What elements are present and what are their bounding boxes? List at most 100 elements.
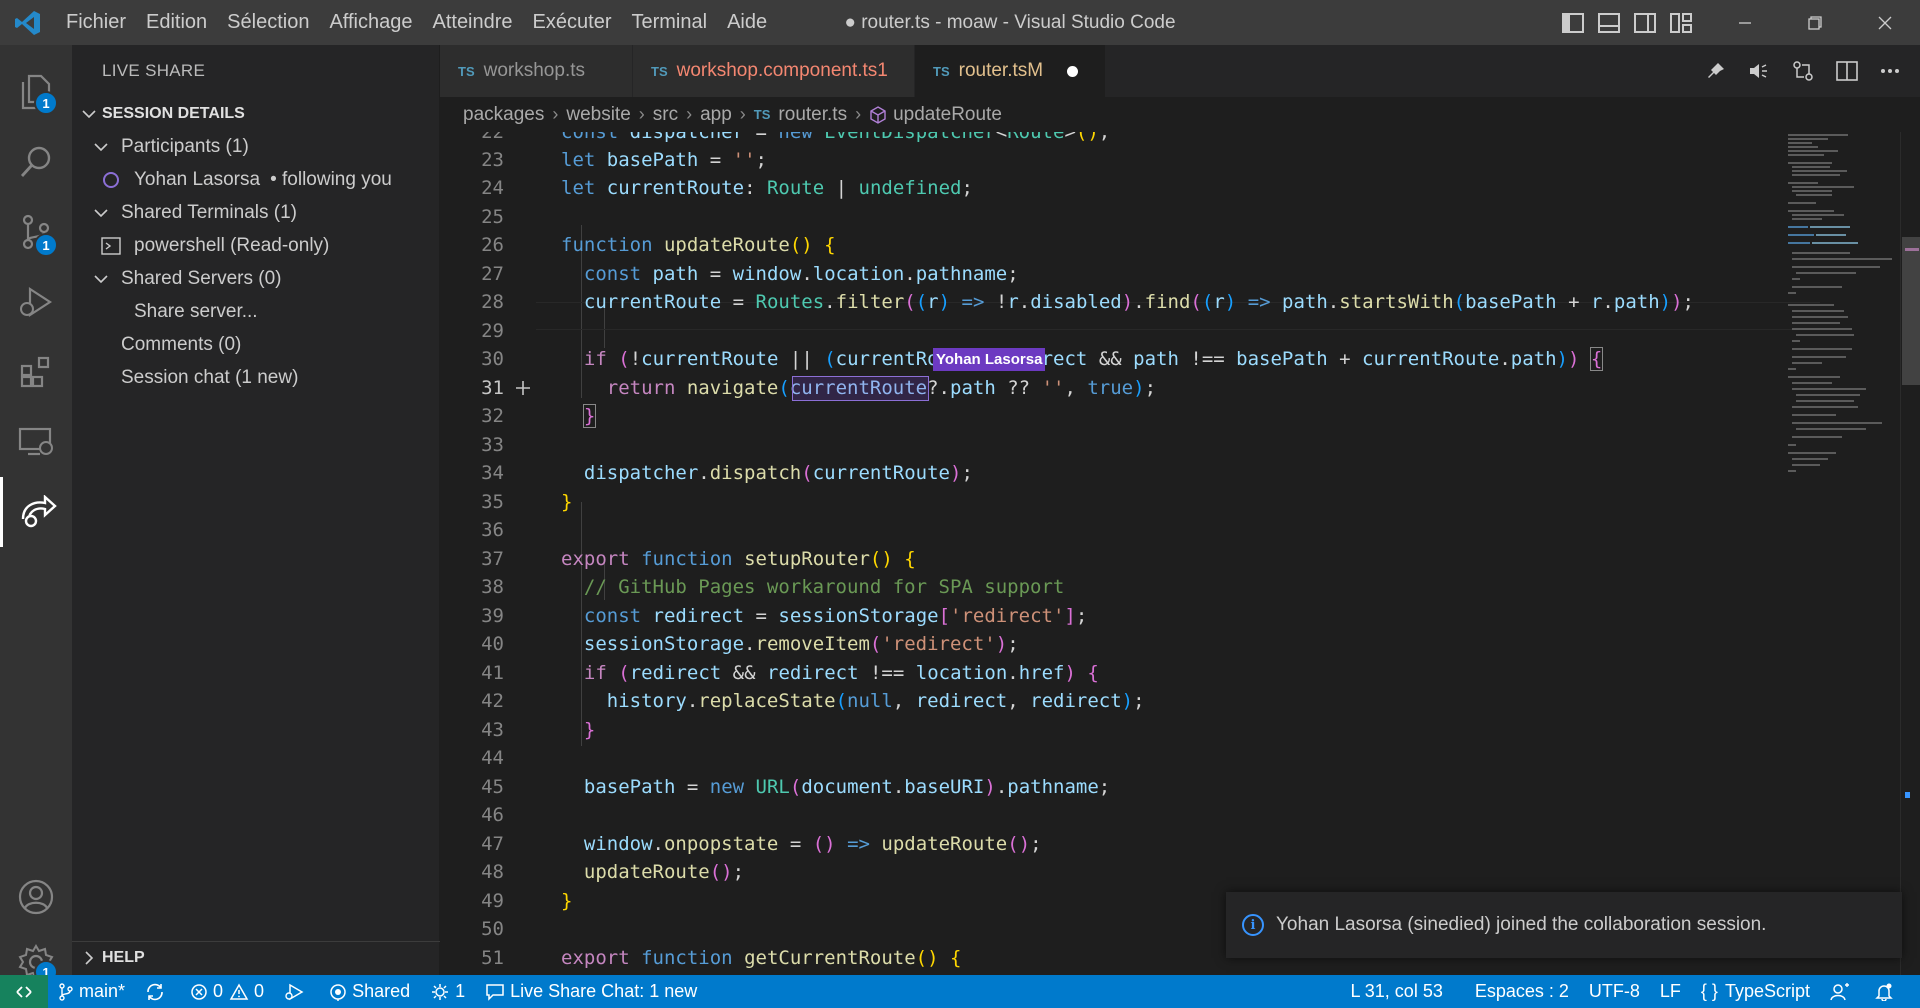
- session-details-label: SESSION DETAILS: [102, 104, 245, 122]
- status-bar: main* 0 0 Shared 1 Live Share Chat: 1 ne…: [0, 975, 1920, 1008]
- line-number: 45: [481, 776, 504, 799]
- eol-status[interactable]: LF: [1650, 975, 1691, 1008]
- tab-problem-count: 1: [877, 60, 888, 81]
- notifications-status[interactable]: [1865, 975, 1908, 1008]
- branch-status[interactable]: main*: [48, 975, 135, 1008]
- menu-run[interactable]: Exécuter: [523, 11, 622, 34]
- line-number: 28: [481, 291, 504, 314]
- indentation-status[interactable]: Espaces : 2: [1465, 975, 1579, 1008]
- shared-servers-node[interactable]: Shared Servers (0): [72, 262, 440, 295]
- session-chat-node[interactable]: Session chat (1 new): [72, 361, 440, 394]
- language-mode[interactable]: { } TypeScript: [1691, 975, 1820, 1008]
- menu-view[interactable]: Affichage: [319, 11, 422, 34]
- feedback-status[interactable]: [1820, 975, 1865, 1008]
- toggle-secondary-sidebar-icon[interactable]: [1634, 12, 1656, 33]
- editor-scrollbar[interactable]: [1900, 132, 1920, 975]
- line-number: 37: [481, 548, 504, 571]
- code-line: export function getCurrentRoute() {: [561, 947, 962, 970]
- line-number: 43: [481, 719, 504, 742]
- breadcrumb-item[interactable]: app: [700, 104, 732, 126]
- debug-status[interactable]: [274, 975, 319, 1008]
- close-button[interactable]: [1850, 0, 1920, 45]
- terminal-label: powershell (Read-only): [134, 234, 330, 256]
- unsaved-dot-icon[interactable]: [1067, 65, 1079, 77]
- more-actions-icon[interactable]: [1880, 68, 1900, 74]
- menu-edit[interactable]: Edition: [136, 11, 217, 34]
- code-line: dispatcher.dispatch(currentRoute);: [583, 462, 973, 485]
- comments-label: Comments (0): [121, 333, 242, 355]
- pin-icon[interactable]: [1706, 61, 1726, 81]
- help-header[interactable]: HELP: [72, 943, 440, 973]
- participant-item[interactable]: Yohan Lasorsa • following you: [72, 163, 440, 196]
- code-line: }: [582, 404, 597, 429]
- add-comment-icon[interactable]: [514, 379, 532, 397]
- run-debug-icon[interactable]: [0, 267, 72, 337]
- minimap[interactable]: [1780, 132, 1900, 975]
- cursor-position[interactable]: L 31, col 53: [1340, 975, 1452, 1008]
- breadcrumb-item[interactable]: packages: [463, 104, 544, 126]
- typescript-icon: TS: [753, 107, 771, 122]
- breadcrumb-item[interactable]: website: [566, 104, 630, 126]
- breadcrumb-item[interactable]: updateRoute: [893, 104, 1002, 126]
- customize-layout-icon[interactable]: [1670, 12, 1692, 33]
- tab-router-ts[interactable]: TS router.ts M: [915, 45, 1106, 97]
- line-number: 29: [481, 320, 504, 343]
- comments-node[interactable]: Comments (0): [72, 328, 440, 361]
- terminal-item[interactable]: powershell (Read-only): [72, 229, 440, 262]
- split-editor-icon[interactable]: [1836, 61, 1858, 81]
- menu-go[interactable]: Atteindre: [422, 11, 522, 34]
- breadcrumb-item[interactable]: router.ts: [778, 104, 847, 126]
- language-label: TypeScript: [1724, 981, 1810, 1001]
- problems-status[interactable]: 0 0: [180, 975, 274, 1008]
- method-icon: [870, 105, 886, 124]
- source-control-icon[interactable]: 1: [0, 197, 72, 267]
- menu-bar: Fichier Edition Sélection Affichage Atte…: [56, 0, 777, 45]
- live-share-chat-status[interactable]: Live Share Chat: 1 new: [475, 975, 707, 1008]
- remote-explorer-icon[interactable]: [0, 407, 72, 477]
- audio-icon[interactable]: [1748, 61, 1770, 81]
- menu-selection[interactable]: Sélection: [217, 11, 319, 34]
- restore-button[interactable]: [1780, 0, 1850, 45]
- breadcrumb-item[interactable]: src: [653, 104, 678, 126]
- participant-status: • following you: [270, 168, 392, 190]
- ports-status[interactable]: 1: [420, 975, 475, 1008]
- menu-help[interactable]: Aide: [717, 11, 777, 34]
- remote-indicator-icon[interactable]: [0, 975, 48, 1008]
- notification-toast[interactable]: i Yohan Lasorsa (sinedied) joined the co…: [1226, 892, 1902, 958]
- accounts-icon[interactable]: [0, 862, 72, 932]
- menu-file[interactable]: Fichier: [56, 11, 136, 34]
- live-share-status[interactable]: Shared: [319, 975, 420, 1008]
- terminal-icon: [101, 236, 121, 255]
- line-number: 25: [481, 206, 504, 229]
- warning-icon: [229, 982, 249, 1000]
- extensions-icon[interactable]: [0, 337, 72, 407]
- code-editor[interactable]: 22 const dispatcher = new EventDispatcher…: [440, 132, 1920, 975]
- share-server-item[interactable]: Share server...: [72, 295, 440, 328]
- scrollbar-thumb[interactable]: [1902, 237, 1920, 385]
- compare-changes-icon[interactable]: [1792, 60, 1814, 82]
- chevron-down-icon: [94, 274, 108, 283]
- chevron-down-icon: [94, 208, 108, 217]
- toggle-primary-sidebar-icon[interactable]: [1562, 12, 1584, 33]
- code-line: let currentRoute: Route | undefined;: [561, 177, 973, 200]
- editor-actions: [1706, 45, 1900, 97]
- live-share-icon[interactable]: [0, 477, 72, 547]
- sync-status[interactable]: [135, 975, 180, 1008]
- tab-workshop-component-ts[interactable]: TS workshop.component.ts 1: [633, 45, 915, 97]
- participants-node[interactable]: Participants (1): [72, 130, 440, 163]
- menu-terminal[interactable]: Terminal: [621, 11, 717, 34]
- search-icon[interactable]: [0, 127, 72, 197]
- explorer-icon[interactable]: 1: [0, 57, 72, 127]
- chevron-right-icon: ›: [739, 104, 746, 124]
- encoding-status[interactable]: UTF-8: [1579, 975, 1650, 1008]
- share-server-label: Share server...: [134, 300, 258, 322]
- session-details-header[interactable]: SESSION DETAILS: [72, 97, 440, 130]
- error-icon: [191, 983, 207, 1000]
- live-share-icon: [330, 983, 346, 1001]
- line-number: 35: [481, 491, 504, 514]
- tab-workshop-ts[interactable]: TS workshop.ts: [440, 45, 633, 97]
- minimize-button[interactable]: [1710, 0, 1780, 45]
- shared-terminals-node[interactable]: Shared Terminals (1): [72, 196, 440, 229]
- toggle-panel-icon[interactable]: [1598, 12, 1620, 33]
- participant-presence-icon: [103, 171, 119, 188]
